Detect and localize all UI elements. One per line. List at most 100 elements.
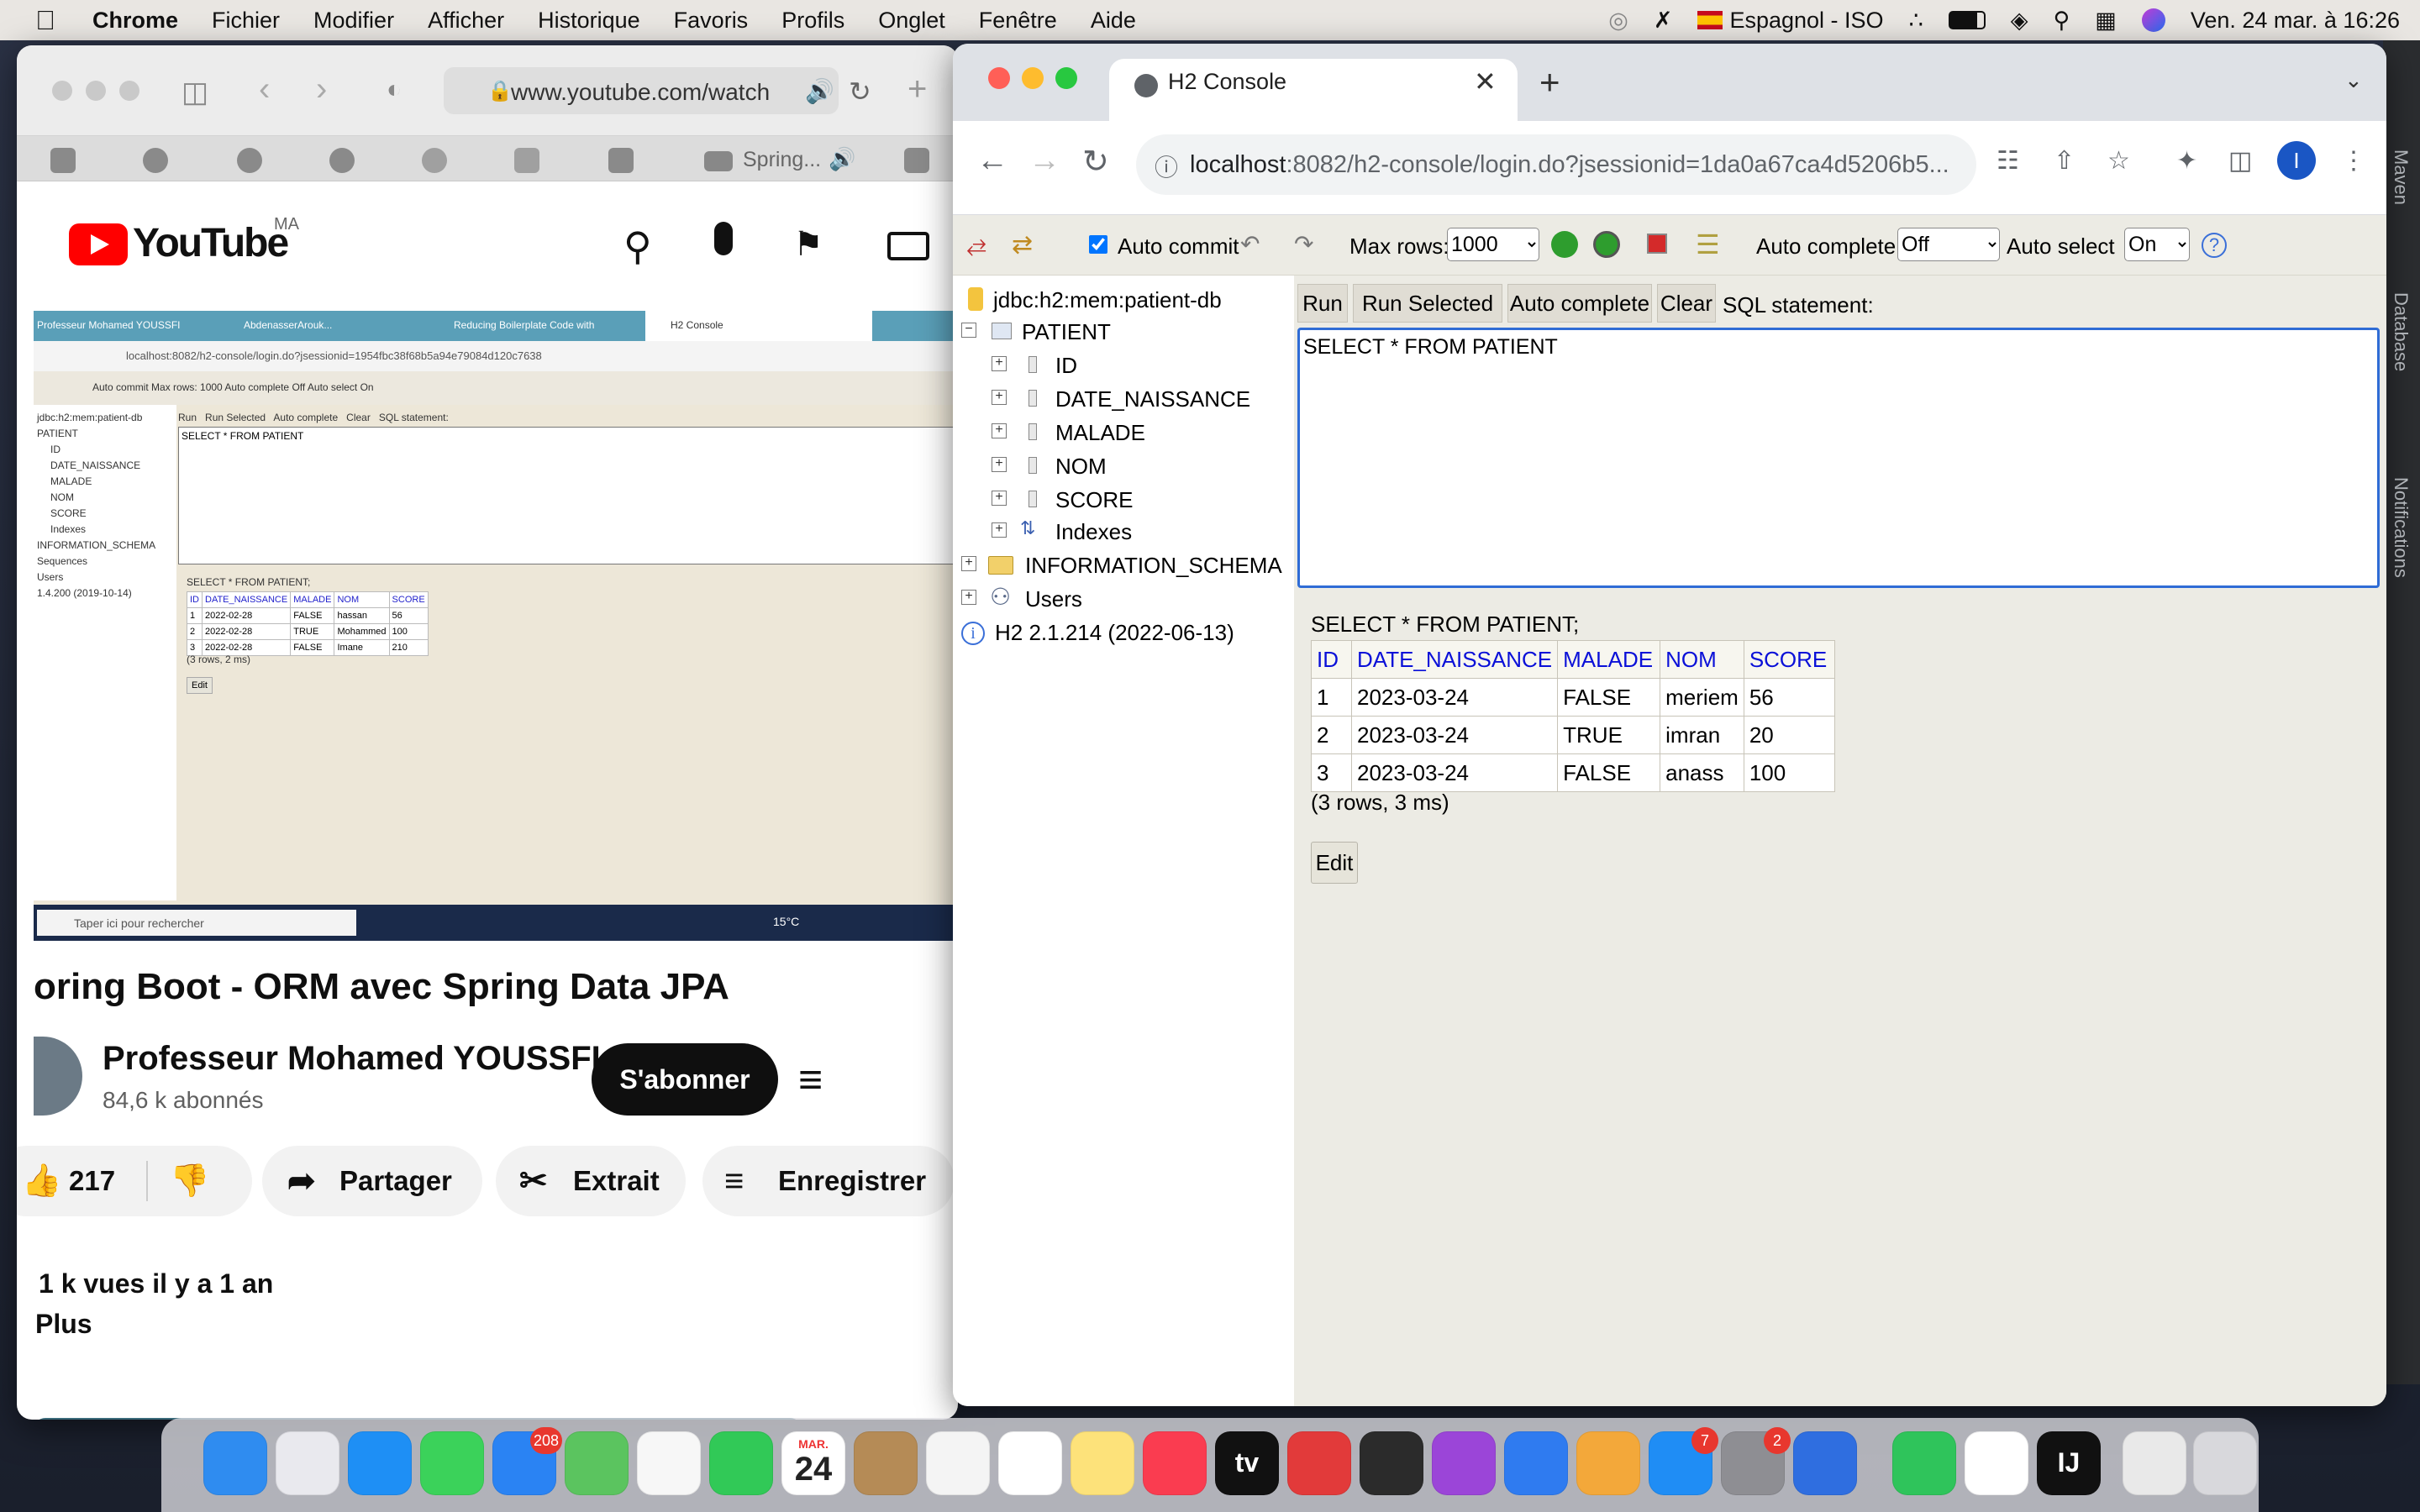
apple-icon[interactable]: 	[35, 5, 55, 36]
tree-table-patient[interactable]: PATIENT	[1022, 319, 1111, 345]
menu-edit[interactable]: Modifier	[313, 8, 394, 34]
menu-clock[interactable]: Ven. 24 mar. à 16:26	[2191, 8, 2400, 34]
dock-whatsapp-icon[interactable]	[1892, 1431, 1956, 1495]
side-panel-icon[interactable]: ◫	[2228, 146, 2252, 176]
chrome-menu-icon[interactable]: ⋮	[2341, 146, 2366, 176]
youtube-tab-icon[interactable]	[704, 151, 733, 171]
youtube-logo-text[interactable]: YouTube	[133, 220, 289, 266]
tab-favicon-icon[interactable]	[143, 148, 168, 173]
edit-button[interactable]: Edit	[1311, 842, 1358, 884]
menu-history[interactable]: Historique	[538, 8, 640, 34]
expand-icon[interactable]: +	[992, 491, 1007, 506]
show-more-link[interactable]: Plus	[35, 1309, 92, 1340]
tab-audio-icon[interactable]: 🔊	[829, 146, 855, 172]
dock-xcode-icon[interactable]	[1793, 1431, 1857, 1495]
tab-favicon-icon[interactable]	[50, 148, 76, 173]
chrome-tab-title[interactable]: H2 Console	[1168, 69, 1286, 95]
menu-help[interactable]: Aide	[1091, 8, 1136, 34]
commit-icon[interactable]: ↷	[1294, 230, 1313, 258]
reload-icon[interactable]: ↻	[1082, 143, 1109, 181]
audio-icon[interactable]: 🔊	[805, 77, 834, 105]
tree-column-nom[interactable]: NOM	[1055, 454, 1107, 480]
share-button[interactable]: ➦ Partager	[262, 1146, 482, 1216]
tab-favicon-icon[interactable]	[514, 148, 539, 173]
minimize-window-button[interactable]	[1022, 67, 1044, 89]
bookmark-star-icon[interactable]: ☆	[2107, 146, 2130, 176]
reload-icon[interactable]: ↻	[849, 76, 871, 108]
close-window-button[interactable]	[988, 67, 1010, 89]
dock-calendar-icon[interactable]: MAR. 24	[781, 1431, 845, 1495]
dock-trash-icon[interactable]	[2193, 1431, 2257, 1495]
dock-maps-icon[interactable]	[565, 1431, 629, 1495]
menu-profiles[interactable]: Profils	[781, 8, 844, 34]
dock-apple-tv-icon[interactable]: tv	[1215, 1431, 1279, 1495]
translate-icon[interactable]: ☷	[1996, 146, 2019, 176]
dock-system-settings-icon[interactable]: 2	[1721, 1427, 1791, 1495]
tab-close-icon[interactable]: ✕	[1474, 66, 1497, 97]
stop-icon[interactable]	[1647, 234, 1667, 254]
database-tab[interactable]: Database	[2390, 292, 2412, 371]
youtube-logo-icon[interactable]	[69, 223, 128, 265]
dock-launchpad-icon[interactable]	[276, 1431, 339, 1495]
column-header[interactable]: ID	[1311, 640, 1352, 679]
dock-pages-icon[interactable]	[1576, 1431, 1640, 1495]
tree-users[interactable]: Users	[1025, 586, 1082, 612]
save-button[interactable]: ≡ Enregistrer	[702, 1146, 955, 1216]
share-icon[interactable]: ⇧	[2054, 146, 2075, 176]
rollback-icon[interactable]: ↶	[1240, 230, 1260, 258]
omnibox-url[interactable]: localhost:8082/h2-console/login.do?jsess…	[1190, 151, 1980, 179]
tab-favicon-icon[interactable]	[608, 148, 634, 173]
disconnect-icon[interactable]: ⥄	[966, 230, 986, 259]
new-tab-icon[interactable]: +	[908, 71, 927, 108]
bluetooth-off-icon[interactable]: ✗	[1654, 8, 1673, 34]
subscribe-button[interactable]: S'abonner	[592, 1043, 778, 1116]
siri-icon[interactable]	[2141, 8, 2165, 32]
expand-icon[interactable]: +	[961, 590, 976, 605]
run-icon[interactable]	[1551, 231, 1578, 258]
run-selected-icon[interactable]	[1593, 231, 1620, 258]
dock-photos-icon[interactable]	[637, 1431, 701, 1495]
dock-safari-icon[interactable]	[348, 1431, 412, 1495]
dock-calculator-icon[interactable]	[1360, 1431, 1423, 1495]
back-icon[interactable]: ‹	[259, 71, 270, 108]
expand-icon[interactable]: +	[992, 390, 1007, 405]
dock-podcasts-icon[interactable]	[1432, 1431, 1496, 1495]
menu-window[interactable]: Fenêtre	[979, 8, 1057, 34]
privacy-shield-icon[interactable]: ◐	[387, 76, 402, 104]
extensions-icon[interactable]: ✦	[2176, 146, 2197, 176]
auto-complete-button[interactable]: Auto complete	[1507, 284, 1652, 323]
wifi-icon[interactable]: ◈	[2011, 8, 2028, 34]
expand-icon[interactable]: +	[961, 556, 976, 571]
sidebar-toggle-icon[interactable]: ◫	[182, 76, 208, 109]
column-header[interactable]: NOM	[1660, 640, 1744, 679]
max-rows-select[interactable]: 1000	[1447, 228, 1539, 261]
dock-finder-icon[interactable]	[203, 1431, 267, 1495]
dock-keynote-icon[interactable]	[1504, 1431, 1568, 1495]
channel-name[interactable]: Professeur Mohamed YOUSSFI	[103, 1040, 601, 1078]
tab-favicon-icon[interactable]	[904, 148, 929, 173]
notifications-tab[interactable]: Notifications	[2390, 477, 2412, 578]
battery-icon[interactable]	[1948, 11, 1986, 29]
zoom-window-button[interactable]	[1055, 67, 1077, 89]
input-source-flag-icon[interactable]	[1697, 11, 1723, 29]
column-header[interactable]: MALADE	[1557, 640, 1661, 679]
minimize-window-button[interactable]	[86, 81, 106, 101]
tree-information-schema[interactable]: INFORMATION_SCHEMA	[1025, 553, 1282, 579]
dots-icon[interactable]: ∴	[1909, 8, 1923, 34]
sql-editor[interactable]: SELECT * FROM PATIENT	[1297, 328, 2380, 588]
auto-complete-select[interactable]: Off	[1897, 228, 2000, 261]
tab-favicon-icon[interactable]	[422, 148, 447, 173]
close-window-button[interactable]	[52, 81, 72, 101]
refresh-icon[interactable]: ⇄	[1012, 230, 1033, 260]
profile-avatar[interactable]: I	[2277, 141, 2316, 180]
expand-icon[interactable]: +	[992, 457, 1007, 472]
active-tab-label[interactable]: Spring...	[743, 148, 821, 172]
auto-commit-checkbox[interactable]	[1089, 235, 1107, 254]
expand-icon[interactable]: +	[992, 522, 1007, 538]
tree-column-date-naissance[interactable]: DATE_NAISSANCE	[1055, 386, 1250, 412]
forward-icon[interactable]: ›	[316, 71, 327, 108]
menu-file[interactable]: Fichier	[212, 8, 280, 34]
column-header[interactable]: DATE_NAISSANCE	[1350, 640, 1559, 679]
microphone-icon[interactable]	[714, 222, 733, 255]
tree-column-id[interactable]: ID	[1055, 353, 1077, 379]
